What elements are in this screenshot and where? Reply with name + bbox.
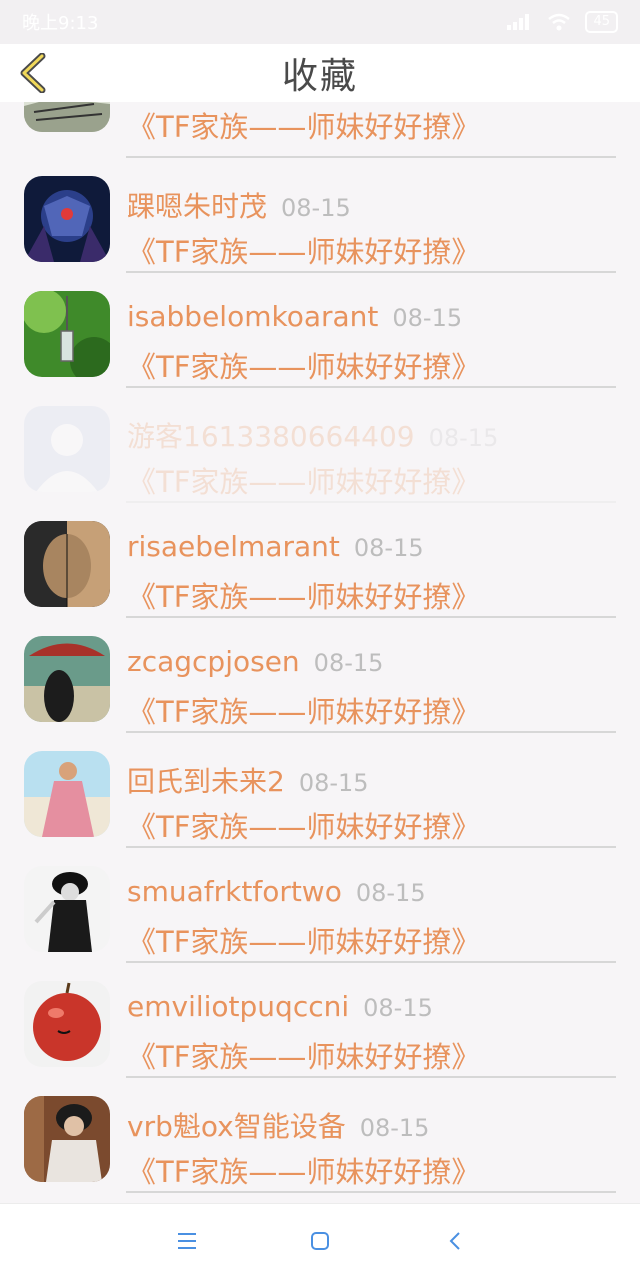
favorites-list: 《TF家族——师妹好好撩》 踝嗯朱时茂08-15 《TF家族——师妹好好撩》: [0, 102, 640, 1202]
status-bar: 晚上9:13 45: [0, 0, 640, 44]
menu-button[interactable]: [172, 1226, 202, 1256]
avatar: [24, 291, 110, 377]
avatar: [24, 751, 110, 837]
date: 08-15: [313, 649, 384, 677]
user-name: 回氏到未来2 08-15: [127, 765, 369, 798]
book-title: 《TF家族——师妹好好撩》: [127, 580, 481, 614]
list-item[interactable]: 回氏到未来2 08-15 《TF家族——师妹好好撩》: [0, 732, 640, 848]
date: 08-15: [359, 1114, 430, 1142]
user-name: vrb魁ox智能设备 08-15: [127, 1110, 430, 1143]
status-time: 晚上9:13: [22, 13, 99, 34]
user-name: zcagcpjosen 08-15: [127, 645, 384, 678]
book-title: 《TF家族——师妹好好撩》: [127, 925, 481, 959]
date: 08-15: [428, 424, 499, 452]
back-nav-button[interactable]: [440, 1226, 470, 1256]
list-item[interactable]: 踝嗯朱时茂 08-15 《TF家族——师妹好好撩》: [0, 157, 640, 273]
list-item[interactable]: isabbelomkoarant 08-15 《TF家族——师妹好好撩》: [0, 272, 640, 388]
date: 08-15: [392, 304, 463, 332]
book-title: 《TF家族——师妹好好撩》: [127, 465, 481, 499]
user-name: smuafrktfortwo 08-15: [127, 875, 426, 908]
list-item[interactable]: zcagcpjosen 08-15 《TF家族——师妹好好撩》: [0, 617, 640, 733]
book-title: 《TF家族——师妹好好撩》: [127, 350, 481, 384]
date: 08-15: [281, 194, 351, 222]
user-name: 踝嗯朱时茂 08-15: [127, 190, 351, 223]
book-title: 《TF家族——师妹好好撩》: [127, 1155, 481, 1189]
battery-icon: 45: [585, 11, 618, 33]
book-title: 《TF家族——师妹好好撩》: [127, 695, 481, 729]
header: 收藏: [0, 44, 640, 102]
list-item[interactable]: 《TF家族——师妹好好撩》: [0, 102, 640, 158]
book-title: 《TF家族——师妹好好撩》: [127, 810, 481, 844]
list-item[interactable]: emviliotpuqccni 08-15 《TF家族——师妹好好撩》: [0, 962, 640, 1078]
avatar: [24, 981, 110, 1067]
user-name: isabbelomkoarant 08-15: [127, 300, 463, 333]
avatar: [24, 866, 110, 952]
user-name: emviliotpuqccni 08-15: [127, 990, 433, 1023]
signal-icon: [507, 14, 530, 30]
list-item[interactable]: vrb魁ox智能设备 08-15 《TF家族——师妹好好撩》: [0, 1077, 640, 1193]
page-title: 收藏: [281, 56, 358, 97]
avatar: [24, 636, 110, 722]
book-title: 《TF家族——师妹好好撩》: [127, 235, 481, 269]
home-square-icon: [311, 1232, 329, 1250]
system-nav-bar: [0, 1203, 640, 1280]
back-arrow-icon: [449, 1232, 460, 1250]
list-item[interactable]: 游客1613380664409 08-15 《TF家族——师妹好好撩》: [0, 387, 640, 503]
date: 08-15: [298, 769, 369, 797]
wifi-icon: [548, 13, 571, 31]
date: 08-15: [353, 534, 424, 562]
back-button[interactable]: [10, 50, 56, 96]
user-name: 游客1613380664409 08-15: [127, 420, 499, 453]
home-button[interactable]: [305, 1226, 335, 1256]
divider: [126, 1191, 616, 1193]
book-title: 《TF家族——师妹好好撩》: [127, 110, 481, 144]
date: 08-15: [363, 994, 433, 1022]
avatar: [24, 1096, 110, 1182]
status-icons: 45: [507, 11, 618, 33]
menu-icon: [178, 1233, 196, 1249]
avatar: [24, 406, 110, 492]
avatar: [24, 102, 110, 132]
user-name: risaebelmarant 08-15: [127, 530, 424, 563]
book-title: 《TF家族——师妹好好撩》: [127, 1040, 481, 1074]
date: 08-15: [355, 879, 426, 907]
avatar: [24, 521, 110, 607]
list-item[interactable]: smuafrktfortwo 08-15 《TF家族——师妹好好撩》: [0, 847, 640, 963]
avatar: [24, 176, 110, 262]
list-item[interactable]: risaebelmarant 08-15 《TF家族——师妹好好撩》: [0, 502, 640, 618]
chevron-left-icon: [20, 53, 46, 93]
